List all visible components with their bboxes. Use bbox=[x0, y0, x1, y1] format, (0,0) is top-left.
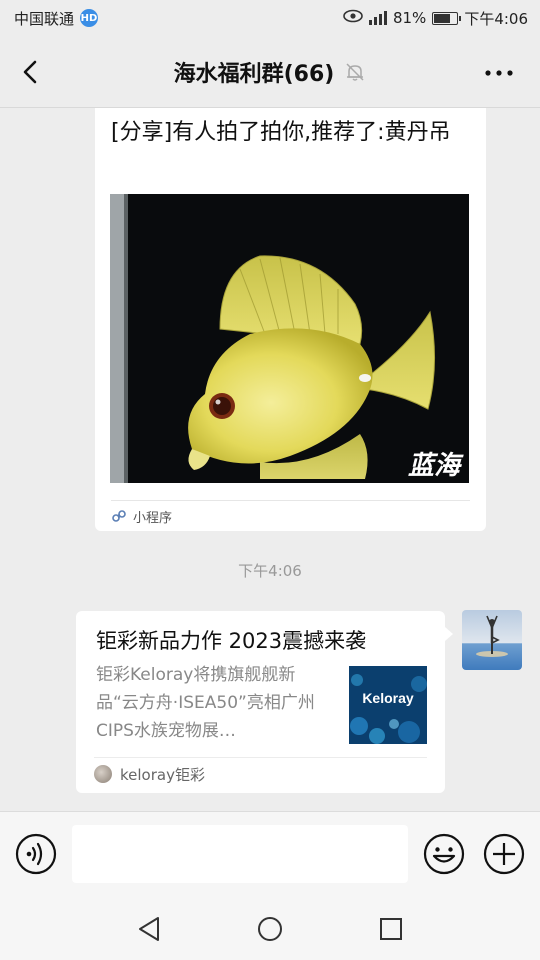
thumbnail-brand-text: Keloray bbox=[362, 690, 414, 706]
signal-icon bbox=[368, 11, 387, 25]
circle-home-icon bbox=[258, 917, 282, 941]
status-bar: 中国联通 HD 81% 下午4:06 bbox=[0, 0, 540, 36]
eye-icon bbox=[343, 9, 363, 27]
nav-home-button[interactable] bbox=[256, 915, 284, 943]
image-watermark: 蓝海 bbox=[408, 451, 464, 481]
article-thumbnail: Keloray bbox=[349, 666, 427, 744]
nav-recents-button[interactable] bbox=[377, 915, 405, 943]
mini-program-footer: 小程序 bbox=[111, 500, 470, 531]
input-bar bbox=[0, 811, 540, 899]
message-input[interactable] bbox=[72, 825, 408, 883]
chevron-left-icon bbox=[23, 60, 37, 84]
battery-percent: 81% bbox=[392, 9, 427, 27]
more-options-button[interactable] bbox=[484, 62, 514, 77]
source-avatar bbox=[94, 765, 112, 783]
emoji-button[interactable] bbox=[423, 833, 465, 875]
emoji-icon bbox=[423, 833, 465, 875]
bell-off-icon bbox=[346, 62, 364, 81]
article-description: 钜彩Keloray将携旗舰舰新品“云方舟·ISEA50”亮相广州CIPS水族宠物… bbox=[96, 665, 315, 741]
article-card[interactable]: 钜彩新品力作 2023震撼来袭 钜彩Keloray将携旗舰舰新品“云方舟·ISE… bbox=[76, 611, 453, 793]
voice-icon bbox=[15, 833, 57, 875]
article-title: 钜彩新品力作 2023震撼来袭 bbox=[96, 629, 367, 653]
mini-program-title: [分享]有人拍了拍你,推荐了:黄丹吊 bbox=[111, 120, 451, 145]
clock: 下午4:06 bbox=[464, 9, 528, 28]
battery-icon bbox=[432, 11, 462, 25]
plus-icon bbox=[483, 833, 525, 875]
more-dots-icon bbox=[485, 70, 513, 76]
chat-header: 海水福利群(66) bbox=[0, 36, 540, 108]
system-navigation-bar bbox=[0, 899, 540, 960]
article-source: keloray钜彩 bbox=[94, 757, 427, 790]
fish-image: 蓝海 bbox=[110, 194, 469, 483]
message-timestamp: 下午4:06 bbox=[238, 562, 302, 580]
mini-program-label: 小程序 bbox=[133, 510, 173, 526]
hd-badge-icon: HD bbox=[80, 9, 99, 27]
source-name: keloray钜彩 bbox=[120, 765, 205, 784]
chat-title: 海水福利群(66) bbox=[173, 61, 335, 87]
more-functions-button[interactable] bbox=[483, 833, 525, 875]
square-recents-icon bbox=[380, 918, 402, 940]
voice-button[interactable] bbox=[15, 833, 57, 875]
mini-program-card[interactable]: [分享]有人拍了拍你,推荐了:黄丹吊 蓝海 小程序 bbox=[95, 108, 486, 531]
carrier-label: 中国联通 bbox=[14, 9, 75, 28]
nav-back-button[interactable] bbox=[136, 915, 164, 943]
sender-avatar[interactable] bbox=[462, 610, 522, 670]
mini-program-icon bbox=[112, 510, 126, 522]
triangle-back-icon bbox=[139, 917, 159, 941]
back-button[interactable] bbox=[14, 54, 50, 90]
